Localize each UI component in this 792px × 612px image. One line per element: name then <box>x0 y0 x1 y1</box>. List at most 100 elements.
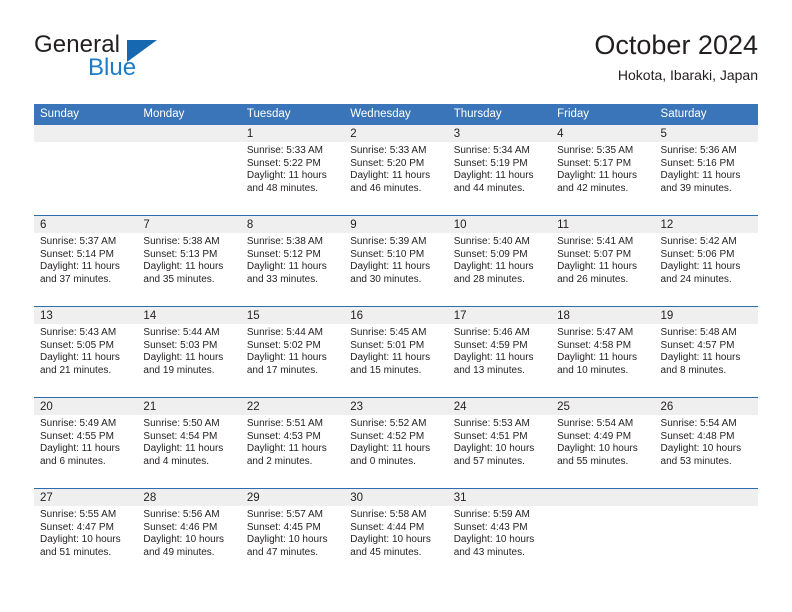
weekday-header-sunday: Sunday <box>34 104 138 125</box>
weekday-header-saturday: Saturday <box>654 104 758 125</box>
day-cell-inner: 13 Sunrise: 5:43 AM Sunset: 5:05 PM Dayligh… <box>34 307 138 397</box>
calendar-page: General Blue October 2024 Hokota, Ibarak… <box>0 0 792 612</box>
calendar-header-row: Sunday Monday Tuesday Wednesday Thursday Frid… <box>34 104 758 125</box>
day-number: 28 <box>137 489 241 506</box>
sunrise-text: Sunrise: 5:47 AM <box>557 327 634 338</box>
calendar-day-cell[interactable]: 4 Sunrise: 5:35 AM Sunset: 5:17 PM Daylight… <box>551 125 655 216</box>
calendar-day-cell[interactable]: 7 Sunrise: 5:38 AM Sunset: 5:13 PM Daylight… <box>137 215 241 307</box>
calendar-day-cell[interactable]: 2 Sunrise: 5:33 AM Sunset: 5:20 PM Daylight… <box>344 125 448 216</box>
calendar-day-cell[interactable]: 11 Sunrise: 5:41 AM Sunset: 5:07 PM Dayligh… <box>551 215 655 307</box>
day-details: Sunrise: 5:58 AM Sunset: 4:44 PM Daylight:… <box>344 506 447 559</box>
calendar-day-cell[interactable]: 8 Sunrise: 5:38 AM Sunset: 5:12 PM Daylight… <box>240 215 345 307</box>
sunset-text: Sunset: 5:03 PM <box>143 339 218 351</box>
sunrise-text: Sunrise: 5:38 AM <box>143 236 220 247</box>
day-details: Sunrise: 5:44 AM Sunset: 5:03 PM Daylight:… <box>137 324 240 377</box>
day-details: Sunrise: 5:52 AM Sunset: 4:52 PM Daylight:… <box>344 415 447 468</box>
day-number: 1 <box>240 125 345 142</box>
daylight-text: Daylight: 11 hours and 13 minutes. <box>453 352 534 376</box>
daylight-text: Daylight: 11 hours and 17 minutes. <box>246 352 327 376</box>
calendar-day-cell[interactable]: 26 Sunrise: 5:54 AM Sunset: 4:48 PM Dayligh… <box>654 397 758 489</box>
calendar-day-cell[interactable]: 20 Sunrise: 5:49 AM Sunset: 4:55 PM Dayligh… <box>34 397 138 489</box>
weekday-header-tuesday: Tuesday <box>240 104 345 125</box>
calendar-day-cell[interactable]: 28 Sunrise: 5:56 AM Sunset: 4:46 PM Dayligh… <box>137 488 241 579</box>
sunset-text: Sunset: 5:14 PM <box>40 248 114 260</box>
calendar-day-cell[interactable]: 12 Sunrise: 5:42 AM Sunset: 5:06 PM Dayligh… <box>654 215 758 307</box>
day-cell-inner: 31 Sunrise: 5:59 AM Sunset: 4:43 PM Dayligh… <box>447 489 552 579</box>
daylight-text: Daylight: 11 hours and 37 minutes. <box>40 261 120 285</box>
calendar-day-cell[interactable]: 14 Sunrise: 5:44 AM Sunset: 5:03 PM Dayligh… <box>137 306 241 398</box>
calendar-day-cell[interactable]: 17 Sunrise: 5:46 AM Sunset: 4:59 PM Dayligh… <box>447 306 552 398</box>
sunset-text: Sunset: 4:46 PM <box>143 521 218 533</box>
generalblue-logo[interactable]: General Blue <box>34 32 254 90</box>
daylight-text: Daylight: 11 hours and 15 minutes. <box>350 352 431 376</box>
daylight-text: Daylight: 10 hours and 57 minutes. <box>453 443 535 467</box>
daylight-text: Daylight: 11 hours and 42 minutes. <box>557 170 637 194</box>
sunrise-text: Sunrise: 5:56 AM <box>143 509 220 520</box>
day-number: 3 <box>447 125 552 142</box>
calendar-day-cell[interactable]: 19 Sunrise: 5:48 AM Sunset: 4:57 PM Dayligh… <box>654 306 758 398</box>
calendar-day-cell[interactable]: 1 Sunrise: 5:33 AM Sunset: 5:22 PM Daylight… <box>240 125 345 216</box>
sunrise-text: Sunrise: 5:33 AM <box>350 145 427 156</box>
daylight-text: Daylight: 11 hours and 0 minutes. <box>350 443 431 467</box>
calendar-day-cell[interactable]: 30 Sunrise: 5:58 AM Sunset: 4:44 PM Dayligh… <box>344 488 448 579</box>
sunset-text: Sunset: 4:51 PM <box>453 430 528 442</box>
calendar-day-cell[interactable]: 24 Sunrise: 5:53 AM Sunset: 4:51 PM Dayligh… <box>447 397 552 489</box>
calendar-day-cell[interactable]: 16 Sunrise: 5:45 AM Sunset: 5:01 PM Dayligh… <box>344 306 448 398</box>
day-number <box>551 489 655 506</box>
daylight-text: Daylight: 11 hours and 21 minutes. <box>40 352 120 376</box>
calendar-day-cell[interactable]: 18 Sunrise: 5:47 AM Sunset: 4:58 PM Dayligh… <box>551 306 655 398</box>
day-cell-inner: 30 Sunrise: 5:58 AM Sunset: 4:44 PM Dayligh… <box>344 489 448 579</box>
day-number: 21 <box>137 398 241 415</box>
day-details: Sunrise: 5:37 AM Sunset: 5:14 PM Daylight:… <box>34 233 137 286</box>
calendar-week-row: 6 Sunrise: 5:37 AM Sunset: 5:14 PM Daylight… <box>34 215 758 307</box>
daylight-text: Daylight: 10 hours and 49 minutes. <box>143 534 225 558</box>
calendar-day-cell[interactable]: 21 Sunrise: 5:50 AM Sunset: 4:54 PM Dayligh… <box>137 397 241 489</box>
daylight-text: Daylight: 11 hours and 26 minutes. <box>557 261 637 285</box>
calendar-day-cell[interactable]: 15 Sunrise: 5:44 AM Sunset: 5:02 PM Dayligh… <box>240 306 345 398</box>
day-details: Sunrise: 5:51 AM Sunset: 4:53 PM Daylight:… <box>241 415 344 468</box>
day-cell-inner: 4 Sunrise: 5:35 AM Sunset: 5:17 PM Daylight… <box>551 125 655 215</box>
calendar-day-cell[interactable]: 13 Sunrise: 5:43 AM Sunset: 5:05 PM Dayligh… <box>34 306 138 398</box>
sunrise-text: Sunrise: 5:46 AM <box>453 327 530 338</box>
calendar-day-cell[interactable]: 9 Sunrise: 5:39 AM Sunset: 5:10 PM Daylight… <box>344 215 448 307</box>
day-details: Sunrise: 5:50 AM Sunset: 4:54 PM Daylight:… <box>137 415 240 468</box>
sunrise-text: Sunrise: 5:45 AM <box>350 327 427 338</box>
day-details: Sunrise: 5:33 AM Sunset: 5:22 PM Daylight:… <box>241 142 344 195</box>
day-cell-inner: 7 Sunrise: 5:38 AM Sunset: 5:13 PM Daylight… <box>137 216 241 306</box>
day-details: Sunrise: 5:55 AM Sunset: 4:47 PM Daylight:… <box>34 506 137 559</box>
calendar-day-cell[interactable]: 27 Sunrise: 5:55 AM Sunset: 4:47 PM Dayligh… <box>34 488 138 579</box>
calendar-grid: Sunday Monday Tuesday Wednesday Thursday Frid… <box>34 104 758 579</box>
sunrise-text: Sunrise: 5:38 AM <box>246 236 323 247</box>
day-details: Sunrise: 5:59 AM Sunset: 4:43 PM Daylight:… <box>448 506 551 559</box>
day-details: Sunrise: 5:35 AM Sunset: 5:17 PM Daylight:… <box>551 142 654 195</box>
day-number: 30 <box>344 489 448 506</box>
day-number: 19 <box>654 307 758 324</box>
calendar-day-cell[interactable]: 23 Sunrise: 5:52 AM Sunset: 4:52 PM Dayligh… <box>344 397 448 489</box>
daylight-text: Daylight: 11 hours and 39 minutes. <box>660 170 741 194</box>
day-cell-inner: 9 Sunrise: 5:39 AM Sunset: 5:10 PM Daylight… <box>344 216 448 306</box>
day-details: Sunrise: 5:47 AM Sunset: 4:58 PM Daylight:… <box>551 324 654 377</box>
calendar-day-cell[interactable]: 3 Sunrise: 5:34 AM Sunset: 5:19 PM Daylight… <box>447 125 552 216</box>
day-number: 23 <box>344 398 448 415</box>
calendar-day-cell[interactable]: 5 Sunrise: 5:36 AM Sunset: 5:16 PM Daylight… <box>654 125 758 216</box>
calendar-day-cell[interactable]: 29 Sunrise: 5:57 AM Sunset: 4:45 PM Dayligh… <box>240 488 345 579</box>
calendar-day-cell[interactable]: 25 Sunrise: 5:54 AM Sunset: 4:49 PM Dayligh… <box>551 397 655 489</box>
daylight-text: Daylight: 11 hours and 19 minutes. <box>143 352 224 376</box>
sunset-text: Sunset: 4:53 PM <box>246 430 321 442</box>
daylight-text: Daylight: 10 hours and 51 minutes. <box>40 534 121 558</box>
sunset-text: Sunset: 4:59 PM <box>453 339 528 351</box>
sunset-text: Sunset: 5:02 PM <box>246 339 321 351</box>
calendar-day-cell[interactable]: 10 Sunrise: 5:40 AM Sunset: 5:09 PM Dayligh… <box>447 215 552 307</box>
calendar-day-cell[interactable]: 31 Sunrise: 5:59 AM Sunset: 4:43 PM Dayligh… <box>447 488 552 579</box>
sunset-text: Sunset: 5:16 PM <box>660 157 735 169</box>
calendar-day-cell[interactable]: 6 Sunrise: 5:37 AM Sunset: 5:14 PM Daylight… <box>34 215 138 307</box>
daylight-text: Daylight: 11 hours and 4 minutes. <box>143 443 224 467</box>
daylight-text: Daylight: 11 hours and 30 minutes. <box>350 261 431 285</box>
weekday-header-thursday: Thursday <box>447 104 552 125</box>
sunrise-text: Sunrise: 5:54 AM <box>660 418 737 429</box>
sunset-text: Sunset: 5:09 PM <box>453 248 528 260</box>
sunrise-text: Sunrise: 5:44 AM <box>143 327 220 338</box>
day-cell-inner: 29 Sunrise: 5:57 AM Sunset: 4:45 PM Dayligh… <box>240 489 345 579</box>
calendar-day-cell[interactable]: 22 Sunrise: 5:51 AM Sunset: 4:53 PM Dayligh… <box>240 397 345 489</box>
page-header: General Blue October 2024 Hokota, Ibarak… <box>34 28 758 96</box>
